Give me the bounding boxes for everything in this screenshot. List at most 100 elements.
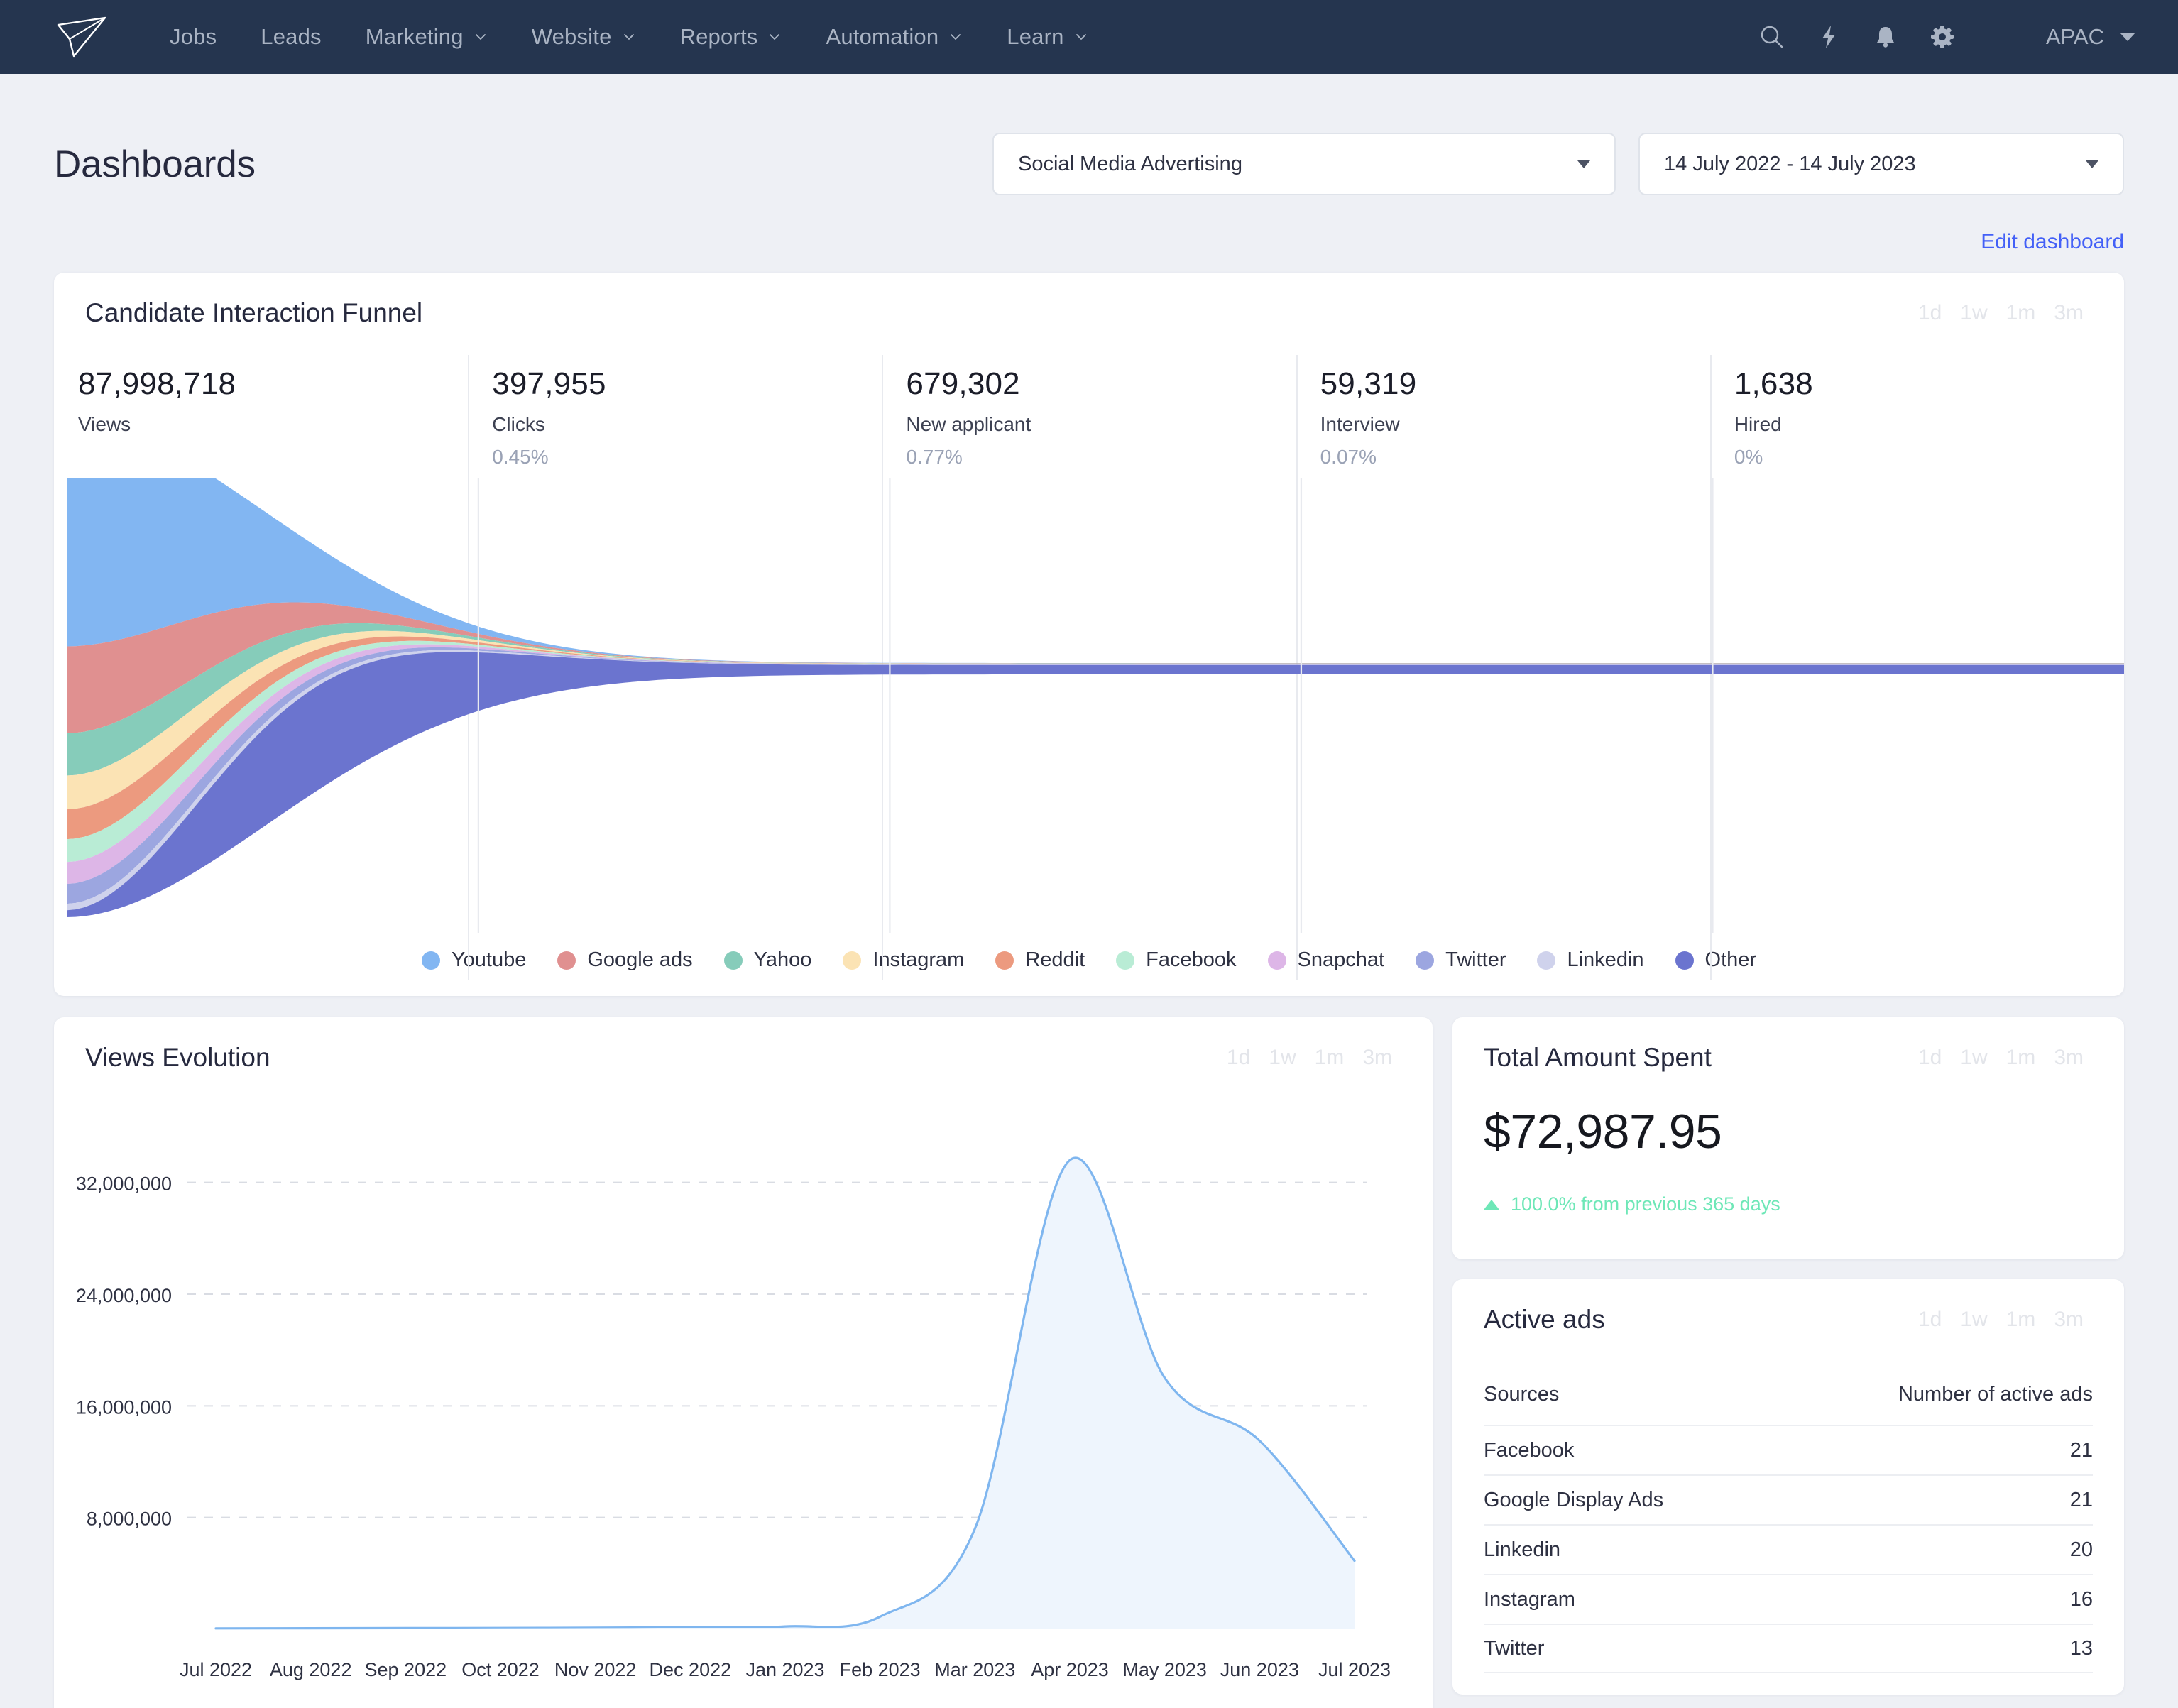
edit-dashboard-link[interactable]: Edit dashboard (1981, 230, 2124, 254)
nav-item-marketing[interactable]: Marketing (344, 24, 510, 50)
legend-color-dot (1267, 951, 1286, 970)
legend-color-dot (723, 951, 743, 970)
region-selector[interactable]: APAC (2046, 24, 2135, 50)
app-logo[interactable] (55, 15, 116, 59)
legend-item-other[interactable]: Other (1660, 948, 1773, 972)
range-tab-1w[interactable]: 1w (1259, 1046, 1305, 1070)
lightning-icon[interactable] (1800, 9, 1857, 65)
table-header-row: Sources Number of active ads (1484, 1383, 2093, 1425)
table-row[interactable]: Facebook 21 (1484, 1425, 2093, 1474)
card-title: Views Evolution (85, 1043, 270, 1072)
nav-item-label: Website (531, 24, 612, 49)
nav-item-jobs[interactable]: Jobs (148, 24, 239, 50)
legend-color-dot (421, 951, 440, 970)
metric-label: Hired (1734, 413, 1782, 435)
total-amount-spent-card: Total Amount Spent 1d 1w 1m 3m $72,987.9… (1452, 1017, 2124, 1259)
range-tab-1w[interactable]: 1w (1951, 1308, 1996, 1332)
cell-source: Twitter (1484, 1636, 1545, 1660)
legend-label: Instagram (872, 948, 965, 971)
dashboard-cards: Candidate Interaction Funnel 1d 1w 1m 3m… (0, 273, 2178, 1708)
views-chart-svg: 8,000,000 16,000,000 24,000,000 32,000,000 J… (76, 1156, 1391, 1680)
cell-source: Linkedin (1484, 1538, 1561, 1561)
range-tabs: 1d 1w 1m 3m (1909, 1308, 2093, 1332)
date-range-select[interactable]: 14 July 2022 - 14 July 2023 (1638, 133, 2124, 195)
campaign-select[interactable]: Social Media Advertising (992, 133, 1616, 195)
y-axis-tick-label: 8,000,000 (87, 1509, 172, 1530)
legend-label: Google ads (587, 948, 693, 971)
legend-label: Facebook (1146, 948, 1237, 971)
legend-item-google-ads[interactable]: Google ads (542, 948, 708, 972)
card-header: Total Amount Spent 1d 1w 1m 3m (1452, 1017, 2124, 1073)
page-header: Dashboards Social Media Advertising 14 J… (0, 111, 2178, 217)
y-axis-tick-label: 32,000,000 (76, 1173, 172, 1195)
table-row[interactable]: Google Display Ads 21 (1484, 1474, 2093, 1524)
legend-color-dot (1416, 951, 1435, 970)
metric-value: 1,638 (1734, 366, 1813, 401)
x-axis-tick-label: Dec 2022 (650, 1659, 732, 1680)
funnel-metrics: 87,998,718 Views 397,955 Clicks 0.45% 67… (54, 355, 2124, 980)
range-tab-3m[interactable]: 3m (2045, 301, 2093, 325)
nav-item-learn[interactable]: Learn (985, 24, 1110, 50)
x-axis-tick-label: Oct 2022 (461, 1659, 540, 1680)
metric-percent: 0.77% (906, 446, 963, 468)
range-tab-3m[interactable]: 3m (1353, 1046, 1401, 1070)
funnel-metric-clicks: 397,955 Clicks 0.45% (468, 355, 882, 980)
nav-actions: APAC (1744, 9, 2141, 65)
range-tab-1d[interactable]: 1d (1909, 1308, 1951, 1332)
range-tab-1d[interactable]: 1d (1909, 1046, 1951, 1070)
nav-item-label: Automation (826, 24, 939, 49)
search-icon[interactable] (1744, 9, 1800, 65)
x-axis-tick-label: Jul 2022 (180, 1659, 252, 1680)
nav-item-reports[interactable]: Reports (658, 24, 804, 50)
legend-item-instagram[interactable]: Instagram (827, 948, 980, 972)
cell-count: 20 (2069, 1538, 2093, 1561)
range-tab-1d[interactable]: 1d (1909, 301, 1951, 325)
legend-item-reddit[interactable]: Reddit (980, 948, 1100, 972)
metric-percent: 0.45% (492, 446, 549, 468)
range-tab-1w[interactable]: 1w (1951, 1046, 1996, 1070)
table-row[interactable]: Instagram 16 (1484, 1574, 2093, 1624)
metric-value: 59,319 (1320, 366, 1417, 401)
range-tab-1d[interactable]: 1d (1217, 1046, 1259, 1070)
range-tab-1m[interactable]: 1m (1997, 1308, 2045, 1332)
range-tab-1m[interactable]: 1m (1997, 1046, 2045, 1070)
x-axis-tick-label: Mar 2023 (934, 1659, 1015, 1680)
date-range-value: 14 July 2022 - 14 July 2023 (1664, 152, 1916, 175)
cell-count: 21 (2069, 1488, 2093, 1511)
range-tab-1w[interactable]: 1w (1951, 301, 1996, 325)
triangle-up-icon (1484, 1199, 1499, 1210)
range-tab-3m[interactable]: 3m (2045, 1046, 2093, 1070)
legend-item-youtube[interactable]: Youtube (406, 948, 542, 972)
legend-item-yahoo[interactable]: Yahoo (708, 948, 828, 972)
legend-color-dot (1116, 951, 1135, 970)
nav-item-website[interactable]: Website (510, 24, 658, 50)
active-ads-card: Active ads 1d 1w 1m 3m Sources Number of… (1452, 1279, 2124, 1695)
nav-item-automation[interactable]: Automation (804, 24, 985, 50)
table-row[interactable]: Twitter 13 (1484, 1624, 2093, 1673)
nav-item-label: Reports (679, 24, 758, 49)
legend-item-facebook[interactable]: Facebook (1100, 948, 1252, 972)
range-tab-1m[interactable]: 1m (1306, 1046, 1354, 1070)
metric-percent: 0% (1734, 446, 1763, 468)
nav-item-label: Jobs (170, 24, 217, 49)
legend-item-twitter[interactable]: Twitter (1400, 948, 1521, 972)
range-tab-1m[interactable]: 1m (1997, 301, 2045, 325)
range-tab-3m[interactable]: 3m (2045, 1308, 2093, 1332)
column-header-count: Number of active ads (1898, 1383, 2093, 1406)
legend-color-dot (995, 951, 1014, 970)
cell-count: 16 (2069, 1587, 2093, 1611)
legend-item-linkedin[interactable]: Linkedin (1521, 948, 1659, 972)
legend-label: Youtube (451, 948, 527, 971)
table-row[interactable]: Linkedin 20 (1484, 1524, 2093, 1574)
legend-item-snapchat[interactable]: Snapchat (1252, 948, 1401, 972)
funnel-chart (54, 478, 2124, 933)
bottom-row: Views Evolution 1d 1w 1m 3m 8,000,000 16,… (54, 1017, 2124, 1708)
gear-icon[interactable] (1914, 9, 1971, 65)
legend-label: Reddit (1025, 948, 1085, 971)
nav-item-leads[interactable]: Leads (239, 24, 343, 50)
chevron-down-icon (474, 30, 488, 44)
metric-label: New applicant (906, 413, 1031, 435)
bell-icon[interactable] (1857, 9, 1914, 65)
y-axis-tick-label: 16,000,000 (76, 1396, 172, 1418)
funnel-chart-svg (67, 478, 2124, 933)
